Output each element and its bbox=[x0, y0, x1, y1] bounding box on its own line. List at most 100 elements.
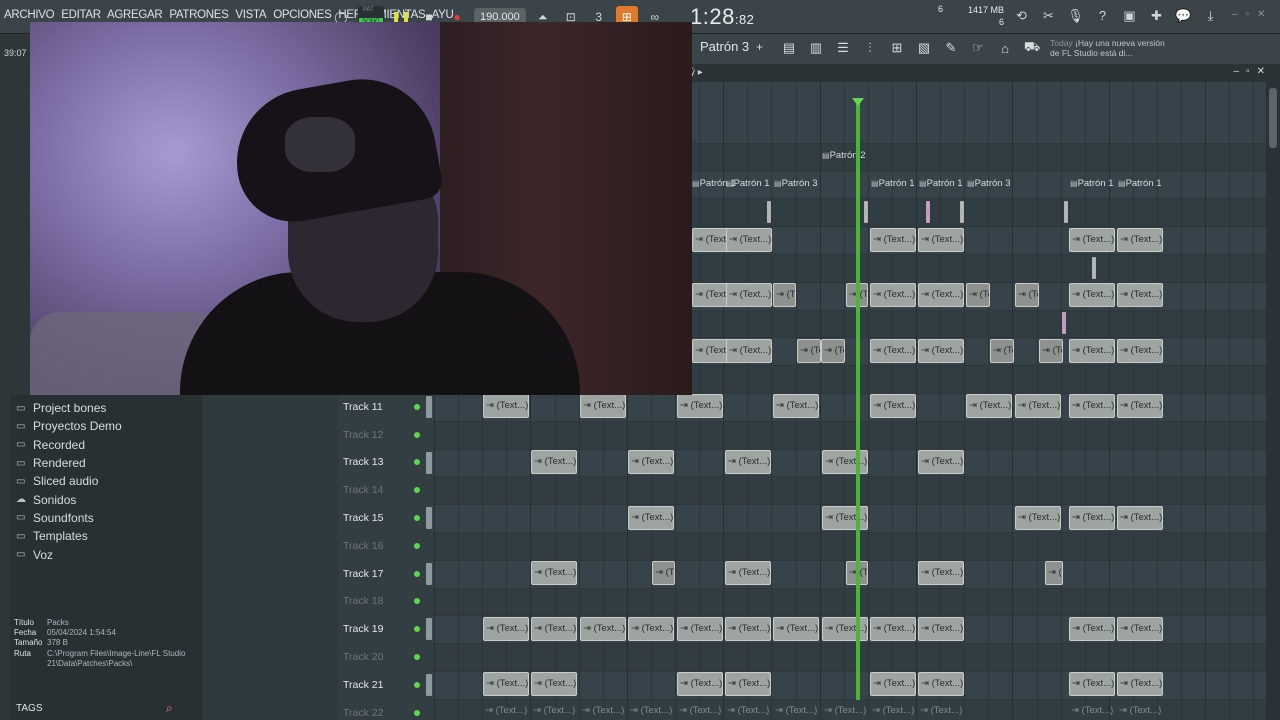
audio-clip[interactable]: ⇥ (Text...) bbox=[918, 700, 964, 720]
track-mute-led-icon[interactable] bbox=[414, 431, 420, 438]
audio-clip[interactable]: ⇥ (Text...) bbox=[483, 700, 529, 720]
audio-clip[interactable]: ⇥ (Text...) bbox=[773, 617, 819, 641]
browser-item[interactable]: ▭ Rendered bbox=[10, 454, 122, 472]
track-header[interactable]: Track 11 bbox=[338, 393, 432, 421]
audio-clip[interactable]: ⇥ (Text...) bbox=[1117, 506, 1163, 530]
track-header[interactable]: Track 17 bbox=[338, 560, 432, 588]
audio-clip[interactable]: ⇥ (Text...) bbox=[870, 394, 916, 418]
track-mute-led-icon[interactable] bbox=[414, 598, 420, 605]
audio-clip[interactable]: ⇥ (Text...) bbox=[797, 339, 821, 363]
track-mute-led-icon[interactable] bbox=[414, 654, 420, 661]
audio-clip[interactable]: ⇥ (Text...) bbox=[1069, 283, 1115, 307]
audio-clip[interactable]: ⇥ (Text...) bbox=[1117, 700, 1163, 720]
audio-clip[interactable]: ⇥ (Text...) bbox=[580, 394, 626, 418]
audio-clip[interactable]: ⇥ (Text...) bbox=[773, 394, 819, 418]
audio-clip[interactable]: ⇥ (Text...) bbox=[1045, 561, 1063, 585]
audio-clip[interactable]: ⇥ (Text...) bbox=[677, 672, 723, 696]
audio-clip[interactable]: ⇥ (Text...) bbox=[1117, 283, 1163, 307]
menu-patrones[interactable]: PATRONES bbox=[169, 9, 228, 21]
browser-icon[interactable]: ⊞ bbox=[888, 39, 906, 57]
track-grip[interactable] bbox=[426, 674, 432, 696]
playlist-window-controls[interactable]: –▫✕ bbox=[1234, 66, 1273, 77]
track-grip[interactable] bbox=[426, 618, 432, 641]
audio-clip[interactable]: ⇥ (Text...) bbox=[870, 700, 916, 720]
audio-clip[interactable]: ⇥ (Text...) bbox=[918, 617, 964, 641]
audio-clip[interactable]: ⇥ (Text...) bbox=[580, 700, 626, 720]
audio-clip[interactable]: ⇥ (Text...) bbox=[677, 617, 723, 641]
audio-clip[interactable]: ⇥ (Text...) bbox=[918, 672, 964, 696]
browser-item[interactable]: ▭ Recorded bbox=[10, 436, 122, 454]
track-grip[interactable] bbox=[426, 451, 432, 474]
audio-clip[interactable]: ⇥ (Text...) bbox=[483, 672, 529, 696]
audio-clip[interactable]: ⇥ (Text...) bbox=[726, 283, 772, 307]
audio-clip[interactable]: ⇥ (Text...) bbox=[531, 450, 577, 474]
audio-clip[interactable]: ⇥ (Text...) bbox=[870, 228, 916, 252]
pattern-clip[interactable]: Patrón 1 bbox=[871, 177, 915, 191]
audio-clip[interactable]: ⇥ (Text...) bbox=[1015, 394, 1061, 418]
browser-item[interactable]: ▭ Templates bbox=[10, 527, 122, 545]
browser-item[interactable]: ▭ Soundfonts bbox=[10, 509, 122, 527]
channel-rack-icon[interactable]: ☰ bbox=[834, 39, 852, 57]
audio-clip[interactable]: ⇥ (Text...) bbox=[1069, 617, 1115, 641]
audio-clip[interactable]: ⇥ (Text...) bbox=[1039, 339, 1063, 363]
audio-clip[interactable]: ⇥ (Text...) bbox=[1015, 283, 1039, 307]
playlist-lane[interactable] bbox=[432, 421, 1266, 450]
audio-clip[interactable]: ⇥ (Text...) bbox=[966, 394, 1012, 418]
audio-clip[interactable]: ⇥ (Text...) bbox=[870, 672, 916, 696]
pattern-clip[interactable]: Patrón 1 bbox=[1118, 177, 1162, 191]
track-mute-led-icon[interactable] bbox=[414, 626, 420, 633]
audio-clip[interactable]: ⇥ (Text...) bbox=[822, 506, 868, 530]
help-icon[interactable]: ? bbox=[1093, 6, 1112, 25]
audio-clip[interactable]: ⇥ (Text...) bbox=[1117, 617, 1163, 641]
pattern-clip[interactable]: Patrón 1 bbox=[726, 177, 770, 191]
menu-editar[interactable]: EDITAR bbox=[61, 9, 101, 21]
track-mute-led-icon[interactable] bbox=[414, 570, 420, 577]
download-icon[interactable]: ⤓ bbox=[1201, 6, 1220, 25]
piano-roll-icon[interactable]: ▥ bbox=[807, 39, 825, 57]
plugin-picker-icon[interactable]: ✎ bbox=[942, 39, 960, 57]
track-header[interactable]: Track 21 bbox=[338, 671, 432, 699]
audio-clip[interactable]: ⇥ (Text...) bbox=[918, 450, 964, 474]
touch-controller-icon[interactable]: ☞ bbox=[969, 39, 987, 57]
audio-clip[interactable]: ⇥ (Text...) bbox=[628, 506, 674, 530]
audio-clip[interactable]: ⇥ (Text...) bbox=[822, 617, 868, 641]
track-header[interactable]: Track 20 bbox=[338, 643, 432, 671]
audio-clip[interactable]: ⇥ (Text...) bbox=[531, 561, 577, 585]
audio-clip[interactable]: ⇥ (Text...) bbox=[725, 561, 771, 585]
browser-item[interactable]: ▭ Project bones bbox=[10, 399, 122, 417]
audio-clip[interactable]: ⇥ (Text...) bbox=[1069, 339, 1115, 363]
track-header[interactable]: Track 22 bbox=[338, 699, 432, 720]
audio-clip[interactable]: ⇥ (Text...) bbox=[966, 283, 990, 307]
menu-vista[interactable]: VISTA bbox=[235, 9, 266, 21]
chat-icon[interactable]: 💬 bbox=[1174, 6, 1193, 25]
track-mute-led-icon[interactable] bbox=[414, 515, 420, 522]
search-icon[interactable]: ⌕ bbox=[166, 701, 173, 716]
automation-clip[interactable] bbox=[960, 201, 964, 223]
audio-clip[interactable]: ⇥ (Text...) bbox=[918, 228, 964, 252]
pattern-clip[interactable]: Patrón 1 bbox=[919, 177, 963, 191]
audio-clip[interactable]: ⇥ (Text...) bbox=[990, 339, 1014, 363]
playlist-lane[interactable] bbox=[432, 588, 1266, 617]
audio-clip[interactable]: ⇥ (Text...) bbox=[1069, 672, 1115, 696]
plugin-icon[interactable]: ✚ bbox=[1147, 6, 1166, 25]
playlist-lane[interactable] bbox=[432, 644, 1266, 672]
pattern-selector[interactable]: Patrón 3 bbox=[700, 39, 749, 54]
audio-clip[interactable]: ⇥ (Text...) bbox=[726, 228, 772, 252]
plugin-database-icon[interactable]: ⌂ bbox=[996, 39, 1014, 57]
audio-clip[interactable]: ⇥ (Text...) bbox=[725, 450, 771, 474]
audio-clip[interactable]: ⇥ (Text...) bbox=[628, 617, 674, 641]
playlist-icon[interactable]: ▤ bbox=[780, 39, 798, 57]
track-mute-led-icon[interactable] bbox=[414, 487, 420, 494]
vscroll-thumb[interactable] bbox=[1269, 88, 1277, 148]
audio-clip[interactable]: ⇥ (Text...) bbox=[822, 450, 868, 474]
song-time-display[interactable]: 1:28:82 bbox=[690, 4, 754, 30]
track-mute-led-icon[interactable] bbox=[414, 709, 420, 716]
track-header[interactable]: Track 18 bbox=[338, 588, 432, 616]
menu-archivo[interactable]: ARCHIVO bbox=[4, 9, 55, 21]
audio-clip[interactable]: ⇥ (Text...) bbox=[918, 283, 964, 307]
track-header[interactable]: Track 13 bbox=[338, 449, 432, 477]
audio-clip[interactable]: ⇥ (Text...) bbox=[1069, 700, 1115, 720]
automation-clip[interactable] bbox=[864, 201, 868, 223]
audio-clip[interactable]: ⇥ (Text...) bbox=[1069, 228, 1115, 252]
audio-clip[interactable]: ⇥ (Text...) bbox=[531, 672, 577, 696]
